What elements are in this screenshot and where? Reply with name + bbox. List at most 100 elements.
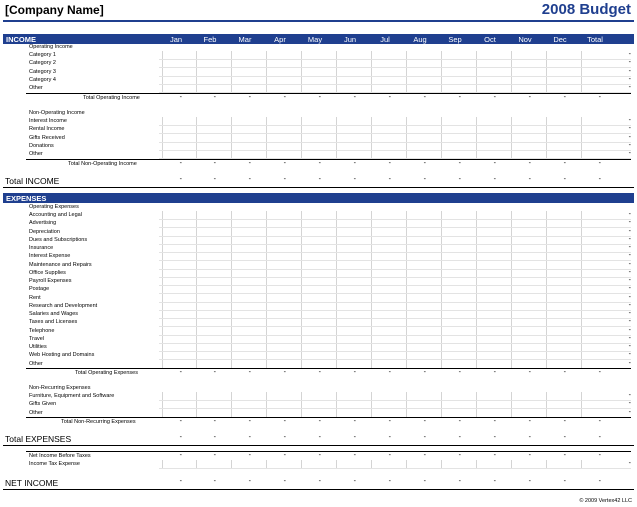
budget-row: Research and Development - [3, 302, 634, 310]
total-value: - [213, 176, 216, 183]
total-value: - [493, 434, 496, 441]
subtotal-value: - [528, 418, 531, 425]
row-label[interactable]: Postage [29, 286, 49, 292]
budget-row: Gifts Received - [3, 134, 634, 142]
subtotal-value: - [493, 94, 496, 101]
subtotal-row: Total Non-Recurring Expenses - - - - - - - - - - - -… [3, 418, 634, 426]
total-rule [3, 489, 634, 490]
row-label[interactable]: Donations [29, 143, 54, 149]
row-label[interactable]: Interest Income [29, 118, 67, 124]
row-label[interactable]: Insurance [29, 245, 53, 251]
subtotal-value: - [388, 160, 391, 167]
subtotal-value: - [283, 418, 286, 425]
row-label[interactable]: Taxes and Licenses [29, 319, 77, 325]
row-total: - [628, 359, 631, 367]
row-label[interactable]: Telephone [29, 328, 54, 334]
row-total: - [628, 343, 631, 350]
row-total: - [628, 277, 631, 284]
total-value: - [388, 478, 391, 485]
budget-row: Interest Income - [3, 117, 634, 125]
total-value: - [248, 434, 251, 441]
total-value: - [283, 478, 286, 485]
budget-row: Other - [3, 360, 634, 368]
total-value: - [179, 434, 182, 441]
net-value: - [563, 452, 566, 459]
row-label[interactable]: Utilities [29, 344, 47, 350]
total-value: - [353, 478, 356, 485]
subtotal-value: - [179, 418, 182, 425]
row-total: - [628, 460, 631, 467]
budget-row: Dues and Subscriptions - [3, 236, 634, 244]
budget-row: Maintenance and Repairs - [3, 261, 634, 269]
total-value: - [179, 176, 182, 183]
row-label[interactable]: Other [29, 410, 43, 416]
row-label[interactable]: Salaries and Wages [29, 311, 78, 317]
section-band: EXPENSES [3, 193, 634, 203]
row-label[interactable]: Dues and Subscriptions [29, 237, 87, 243]
net-value: - [493, 452, 496, 459]
row-label[interactable]: Furniture, Equipment and Software [29, 393, 114, 399]
row-label[interactable]: Category 1 [29, 52, 56, 58]
subtotal-row: Total Operating Expenses - - - - - - - - - - - - - [3, 369, 634, 377]
row-label[interactable]: Other [29, 151, 43, 157]
subtotal-value: - [423, 369, 426, 376]
row-total: - [628, 268, 631, 276]
total-value: - [353, 176, 356, 183]
row-label[interactable]: Rental Income [29, 126, 64, 132]
row-label[interactable]: Maintenance and Repairs [29, 262, 92, 268]
net-value: - [248, 452, 251, 459]
row-total: - [628, 75, 631, 83]
row-total: - [628, 260, 631, 268]
row-label[interactable]: Accounting and Legal [29, 212, 82, 218]
company-name[interactable]: [Company Name] [5, 3, 104, 17]
subtotal-value: - [528, 369, 531, 376]
total-value: - [493, 478, 496, 485]
row-total: - [628, 235, 631, 243]
subtotal-value: - [213, 94, 216, 101]
row-label[interactable]: Other [29, 85, 43, 91]
total-value: - [283, 434, 286, 441]
row-label[interactable]: Other [29, 361, 43, 367]
total-label: Total EXPENSES [5, 434, 72, 444]
row-label[interactable]: Office Supplies [29, 270, 66, 276]
row-total: - [628, 293, 631, 301]
subtotal-value: - [388, 369, 391, 376]
budget-row: Other - [3, 84, 634, 92]
row-total: - [628, 117, 631, 124]
subtotal-value: - [598, 418, 601, 425]
subtotal-value: - [528, 94, 531, 101]
budget-row: Category 4 - [3, 76, 634, 84]
row-label[interactable]: Income Tax Expense [29, 461, 80, 467]
subtotal-value: - [248, 160, 251, 167]
subtotal-value: - [179, 160, 182, 167]
heading-label: Non-Recurring Expenses [29, 385, 91, 391]
budget-row: Advertising - [3, 219, 634, 227]
row-label[interactable]: Depreciation [29, 229, 60, 235]
heading-label: Operating Income [29, 44, 73, 50]
total-value: - [423, 176, 426, 183]
total-value: - [598, 478, 601, 485]
row-label[interactable]: Category 3 [29, 69, 56, 75]
budget-row: Telephone - [3, 327, 634, 335]
row-label[interactable]: Rent [29, 295, 41, 301]
row-label[interactable]: Category 2 [29, 60, 56, 66]
row-label[interactable]: Advertising [29, 220, 56, 226]
subtotal-value: - [458, 418, 461, 425]
subtotal-value: - [423, 418, 426, 425]
row-total: - [628, 351, 631, 359]
row-label[interactable]: Category 4 [29, 77, 56, 83]
budget-row: Travel - [3, 335, 634, 343]
budget-row: Income Tax Expense - [3, 460, 634, 468]
budget-row: Interest Expense - [3, 252, 634, 260]
row-label[interactable]: Web Hosting and Domains [29, 352, 94, 358]
row-label[interactable]: Interest Expense [29, 253, 70, 259]
subtotal-value: - [248, 418, 251, 425]
row-label[interactable]: Payroll Expenses [29, 278, 72, 284]
row-label[interactable]: Travel [29, 336, 44, 342]
row-label[interactable]: Gifts Given [29, 401, 56, 407]
subtotal-value: - [353, 94, 356, 101]
subtotal-value: - [318, 418, 321, 425]
row-label[interactable]: Gifts Received [29, 135, 65, 141]
row-label[interactable]: Research and Development [29, 303, 97, 309]
subtotal-value: - [423, 94, 426, 101]
